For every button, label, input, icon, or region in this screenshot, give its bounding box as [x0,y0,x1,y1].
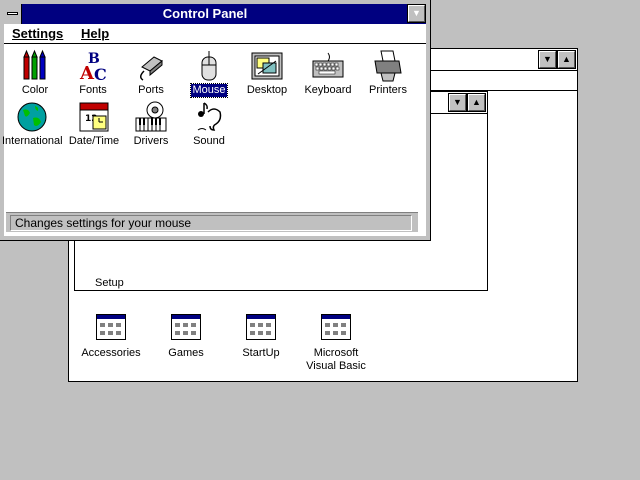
ports-item[interactable]: Ports [126,49,176,97]
fonts-item[interactable]: B A C Fonts [68,49,118,97]
status-text: Changes settings for your mouse [10,215,412,231]
item-label: Sound [193,135,225,147]
item-label: Printers [369,84,407,96]
group-label: Microsoft Visual Basic [306,347,366,372]
group-label: StartUp [242,347,280,359]
item-label: Fonts [79,84,107,96]
date-time-item[interactable]: 12 Date/Time [64,100,124,148]
group-minimize-button[interactable]: ▼ [448,93,467,112]
menu-help[interactable]: Help [81,24,109,44]
international-icon [15,100,49,134]
item-label: Mouse [190,83,228,98]
group-label: Accessories [81,347,141,359]
control-panel-menubar: Settings Help [4,24,426,44]
keyboard-icon [311,49,345,83]
drivers-item[interactable]: Drivers [126,100,176,148]
desktop-item[interactable]: Desktop [242,49,292,97]
desktop-icon [250,49,284,83]
control-panel-window: Control Panel ▼ Settings Help Color B A … [0,0,431,241]
item-label: Color [21,84,49,96]
printers-icon [371,49,405,83]
printers-item[interactable]: Printers [358,49,418,97]
sound-item[interactable]: Sound [184,100,234,148]
menu-settings[interactable]: Settings [12,24,63,44]
program-group-icon [96,314,126,340]
group-label: Games [168,347,204,359]
status-bar: Changes settings for your mouse [6,212,418,232]
svg-text:C: C [94,65,107,83]
setup-icon-label[interactable]: Setup [95,277,124,289]
keyboard-item[interactable]: Keyboard [298,49,358,97]
item-label: International [2,135,63,147]
sound-icon [192,100,226,134]
group-icon-visual-basic[interactable]: Microsoft Visual Basic [301,314,371,373]
item-label: Drivers [133,135,169,147]
control-panel-titlebar[interactable]: Control Panel ▼ [4,4,426,24]
program-group-icon [171,314,201,340]
group-icon-games[interactable]: Games [151,314,221,360]
window-title: Control Panel [162,6,248,21]
item-label: Date/Time [68,135,120,147]
program-group-icon [246,314,276,340]
maximize-button[interactable]: ▲ [557,50,576,69]
international-item[interactable]: International [1,100,63,148]
color-icon [18,49,52,83]
minimize-button[interactable]: ▼ [407,4,426,23]
item-label: Desktop [246,84,288,96]
item-label: Ports [138,84,164,96]
date-time-icon: 12 [77,100,111,134]
color-item[interactable]: Color [10,49,60,97]
ports-icon [134,49,168,83]
fonts-icon: B A C [76,49,110,84]
mouse-icon [192,49,226,83]
group-maximize-button[interactable]: ▲ [467,93,486,112]
mouse-item[interactable]: Mouse [184,49,234,98]
group-icon-startup[interactable]: StartUp [226,314,296,360]
svg-text:A: A [79,63,95,83]
item-label: Keyboard [304,84,352,96]
group-icon-accessories[interactable]: Accessories [76,314,146,360]
drivers-icon [134,100,168,134]
minimize-button[interactable]: ▼ [538,50,557,69]
program-group-icon [321,314,351,340]
